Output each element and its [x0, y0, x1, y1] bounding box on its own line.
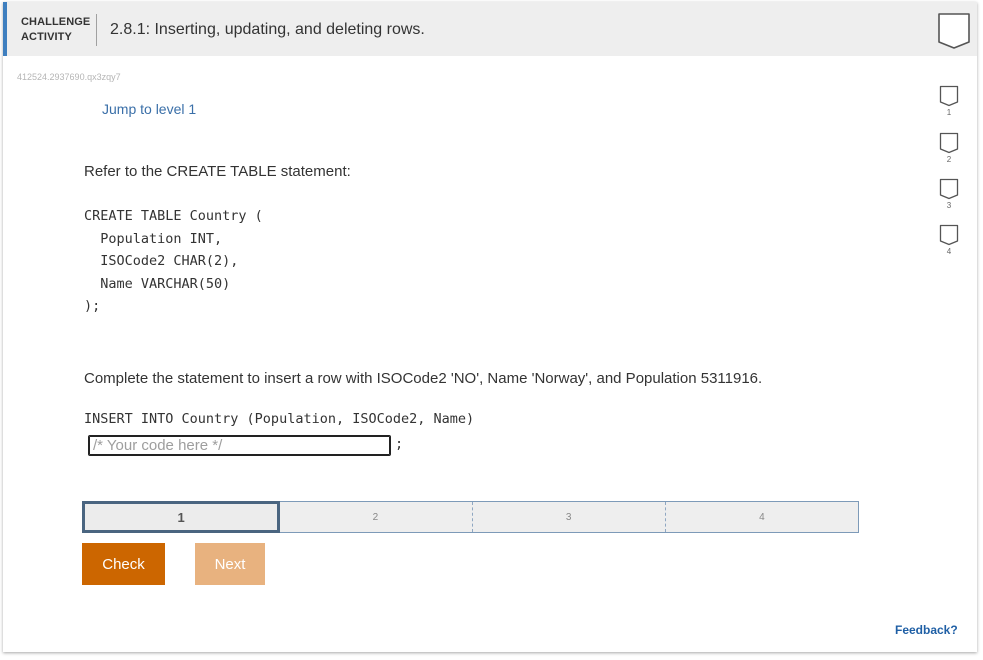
code-answer-input[interactable] [88, 435, 391, 456]
level-shield-icon [939, 224, 959, 246]
level-shield-icon [939, 178, 959, 200]
side-level-number: 2 [946, 155, 952, 164]
level-progress-bar: 1 2 3 4 [82, 501, 859, 533]
feedback-link[interactable]: Feedback? [895, 623, 958, 637]
statement-semicolon: ; [395, 436, 404, 452]
level-shield-icon [939, 85, 959, 107]
side-level-number: 4 [946, 247, 952, 256]
badge-line-1: CHALLENGE [21, 16, 91, 28]
side-level-4[interactable]: 4 [938, 224, 960, 257]
create-table-prompt: Refer to the CREATE TABLE statement: [84, 163, 351, 180]
create-table-code: CREATE TABLE Country ( Population INT, I… [84, 208, 263, 314]
level-tab-1[interactable]: 1 [82, 501, 281, 533]
challenge-activity-card: CHALLENGE ACTIVITY 2.8.1: Inserting, upd… [3, 2, 977, 652]
level-tab-4[interactable]: 4 [666, 502, 858, 532]
next-button[interactable]: Next [195, 543, 265, 585]
completion-shield-icon [938, 13, 970, 49]
badge-line-2: ACTIVITY [21, 31, 72, 43]
side-level-1[interactable]: 1 [938, 85, 960, 118]
activity-header: CHALLENGE ACTIVITY 2.8.1: Inserting, upd… [3, 2, 977, 56]
level-tab-2[interactable]: 2 [279, 502, 473, 532]
check-button[interactable]: Check [82, 543, 165, 585]
insert-instructions: Complete the statement to insert a row w… [84, 370, 763, 387]
level-shield-icon [939, 132, 959, 154]
side-level-3[interactable]: 3 [938, 178, 960, 211]
activity-title: 2.8.1: Inserting, updating, and deleting… [110, 21, 425, 38]
side-level-2[interactable]: 2 [938, 132, 960, 165]
side-level-number: 1 [946, 108, 952, 117]
challenge-activity-badge: CHALLENGE ACTIVITY [21, 15, 90, 45]
insert-statement-code: INSERT INTO Country (Population, ISOCode… [84, 411, 475, 427]
jump-to-level-link[interactable]: Jump to level 1 [102, 101, 196, 117]
header-divider [96, 14, 97, 46]
side-level-number: 3 [946, 201, 952, 210]
activity-id: 412524.2937690.qx3zqy7 [17, 72, 121, 82]
level-tab-3[interactable]: 3 [473, 502, 666, 532]
